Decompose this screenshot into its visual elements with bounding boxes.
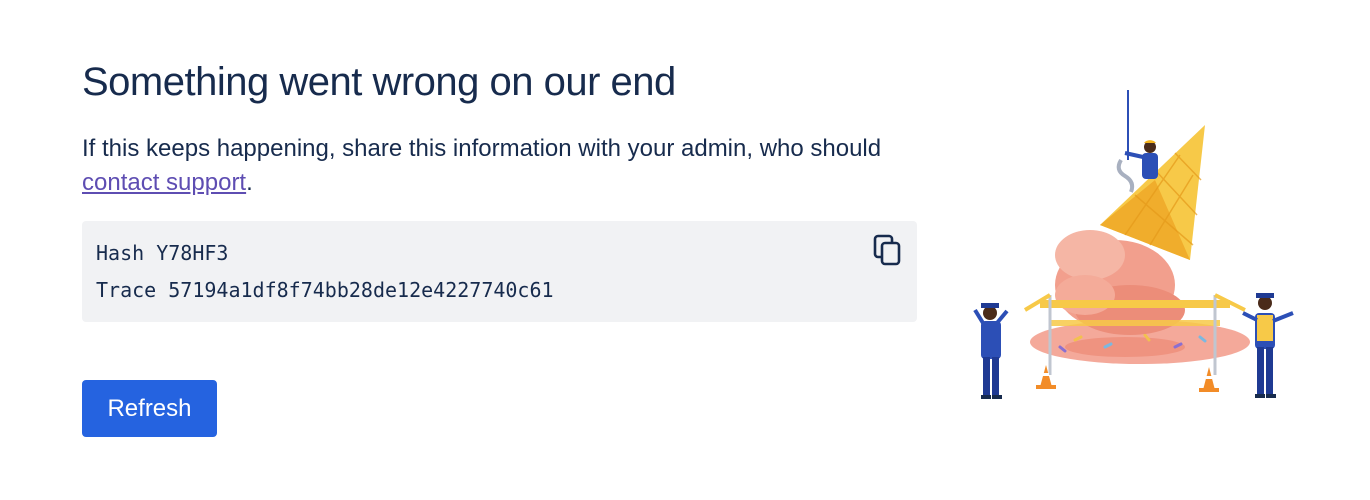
worker-on-cone bbox=[1124, 140, 1158, 179]
police-officer-left bbox=[973, 303, 1009, 399]
description-text: If this keeps happening, share this info… bbox=[82, 135, 882, 162]
error-content: Something went wrong on our end If this … bbox=[82, 58, 917, 200]
copy-icon bbox=[873, 234, 901, 266]
error-description: If this keeps happening, share this info… bbox=[82, 132, 902, 200]
error-page: Something went wrong on our end If this … bbox=[0, 0, 1370, 500]
error-details-box: Hash Y78HF3 Trace 57194a1df8f74bb28de12e… bbox=[82, 221, 917, 322]
police-officer-right bbox=[1242, 293, 1294, 398]
hash-line: Hash Y78HF3 bbox=[96, 241, 229, 265]
refresh-button[interactable]: Refresh bbox=[82, 380, 217, 437]
copy-button[interactable] bbox=[873, 234, 903, 268]
trace-line: Trace 57194a1df8f74bb28de12e4227740c61 bbox=[96, 278, 554, 302]
spilled-ice-cream-illustration bbox=[973, 90, 1294, 399]
page-title: Something went wrong on our end bbox=[82, 60, 676, 104]
traffic-cone-left bbox=[1036, 365, 1056, 389]
contact-support-link[interactable]: contact support bbox=[82, 169, 246, 196]
description-end: . bbox=[246, 169, 253, 196]
